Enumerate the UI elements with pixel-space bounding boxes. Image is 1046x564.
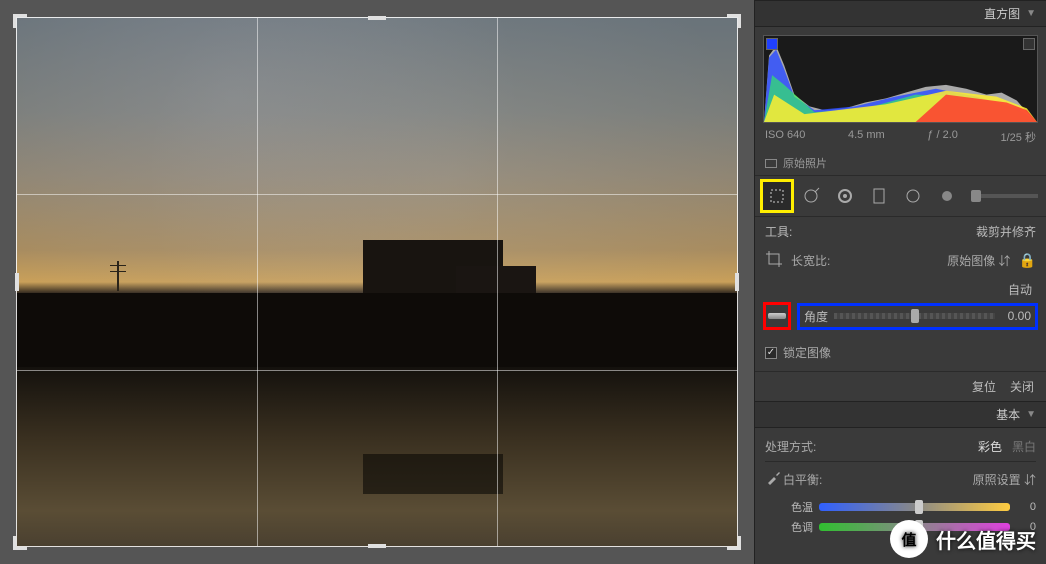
exif-focal: 4.5 mm <box>848 129 885 145</box>
temp-slider[interactable] <box>819 503 1010 511</box>
watermark: 值 什么值得买 <box>890 520 1036 558</box>
crop-frame[interactable] <box>16 17 738 547</box>
canvas-area[interactable] <box>0 0 754 564</box>
wb-value: 原照设置 <box>973 473 1021 487</box>
watermark-badge: 值 <box>890 520 928 558</box>
treatment-bw[interactable]: 黑白 <box>1012 438 1036 455</box>
original-photo-toggle[interactable]: 原始照片 <box>755 151 1046 176</box>
collapse-icon: ▼ <box>1026 409 1036 420</box>
watermark-text: 什么值得买 <box>936 525 1036 554</box>
crop-handle-left[interactable] <box>15 273 19 291</box>
lock-icon[interactable]: 🔒 <box>1019 252 1036 269</box>
rectangle-icon <box>765 159 777 168</box>
tool-current: 裁剪并修齐 <box>976 223 1036 240</box>
crop-handle-bl[interactable] <box>13 536 27 550</box>
crop-handle-tr[interactable] <box>727 14 741 28</box>
angle-label: 角度 <box>804 308 828 325</box>
temp-value[interactable]: 0 <box>1016 501 1036 513</box>
aspect-label: 长宽比: <box>791 252 830 269</box>
histogram-header[interactable]: 直方图 ▼ <box>755 0 1046 27</box>
eyedropper-button[interactable] <box>765 468 783 491</box>
tint-label: 色调 <box>765 519 813 535</box>
tool-strip <box>755 176 1046 217</box>
treatment-color[interactable]: 彩色 <box>978 438 1002 455</box>
collapse-icon: ▼ <box>1026 8 1036 19</box>
original-label: 原始照片 <box>783 155 827 171</box>
histogram[interactable] <box>763 35 1038 123</box>
histogram-title: 直方图 <box>984 5 1020 22</box>
basic-title: 基本 <box>996 406 1020 423</box>
level-icon <box>768 313 786 319</box>
grad-tool-button[interactable] <box>865 182 893 210</box>
wb-dropdown[interactable]: 原照设置 ⇵ <box>973 471 1036 488</box>
exif-aperture: ƒ / 2.0 <box>927 129 958 145</box>
crop-handle-br[interactable] <box>727 536 741 550</box>
crop-handle-top[interactable] <box>368 16 386 20</box>
spot-icon <box>802 187 820 205</box>
wb-label: 白平衡: <box>783 471 822 488</box>
aspect-value: 原始图像 <box>947 254 995 268</box>
reset-button[interactable]: 复位 <box>972 378 996 395</box>
eye-icon <box>836 187 854 205</box>
spot-tool-button[interactable] <box>797 182 825 210</box>
brush-size-slider[interactable] <box>971 194 1038 198</box>
aspect-crop-icon[interactable] <box>765 250 783 271</box>
radial-tool-button[interactable] <box>899 182 927 210</box>
auto-straighten-button[interactable]: 自动 <box>1008 283 1032 297</box>
treatment-label: 处理方式: <box>765 438 816 455</box>
photo-crop-area[interactable] <box>16 17 738 547</box>
basic-header[interactable]: 基本 ▼ <box>755 401 1046 428</box>
crop-handle-right[interactable] <box>735 273 739 291</box>
radial-icon <box>904 187 922 205</box>
crop-icon <box>768 187 786 205</box>
crop-tool-button[interactable] <box>763 182 791 210</box>
aspect-dropdown[interactable]: 原始图像 ⇵ <box>947 252 1010 269</box>
exif-iso: ISO 640 <box>765 129 805 145</box>
redeye-tool-button[interactable] <box>831 182 859 210</box>
lock-image-label: 锁定图像 <box>783 344 831 361</box>
crop-handle-bottom[interactable] <box>368 544 386 548</box>
brush-icon <box>940 189 954 203</box>
gradient-icon <box>872 187 886 205</box>
crop-handle-tl[interactable] <box>13 14 27 28</box>
crop-icon <box>765 250 783 268</box>
tool-label: 工具: <box>765 223 792 240</box>
lock-image-checkbox[interactable]: ✓ <box>765 347 777 359</box>
temp-label: 色温 <box>765 499 813 515</box>
eyedropper-icon <box>765 468 783 486</box>
right-panel: 直方图 ▼ ISO 640 4.5 mm ƒ / 2.0 1/25 秒 <box>754 0 1046 564</box>
chevron-updown-icon: ⇵ <box>999 254 1011 268</box>
chevron-updown-icon: ⇵ <box>1024 473 1036 487</box>
angle-slider[interactable] <box>834 313 995 319</box>
close-button[interactable]: 关闭 <box>1010 378 1034 395</box>
highlight-clip-indicator[interactable] <box>1023 38 1035 50</box>
exif-shutter: 1/25 秒 <box>1001 129 1036 145</box>
brush-tool-button[interactable] <box>933 182 961 210</box>
exif-row: ISO 640 4.5 mm ƒ / 2.0 1/25 秒 <box>755 127 1046 151</box>
shadow-clip-indicator[interactable] <box>766 38 778 50</box>
straighten-tool-button[interactable] <box>763 302 791 330</box>
histogram-graph <box>764 36 1037 122</box>
angle-value[interactable]: 0.00 <box>1001 309 1031 323</box>
